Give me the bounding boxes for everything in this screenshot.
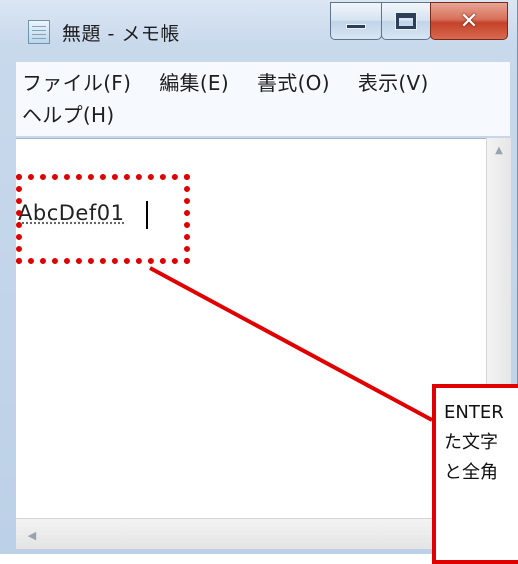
callout-line-3: と全角 xyxy=(444,462,498,483)
callout-line-1: ENTER xyxy=(444,402,504,423)
annotation-callout: ENTER た文字 と全角 xyxy=(432,384,518,564)
callout-line-2: た文字 xyxy=(444,432,498,453)
connector-line xyxy=(149,266,433,422)
